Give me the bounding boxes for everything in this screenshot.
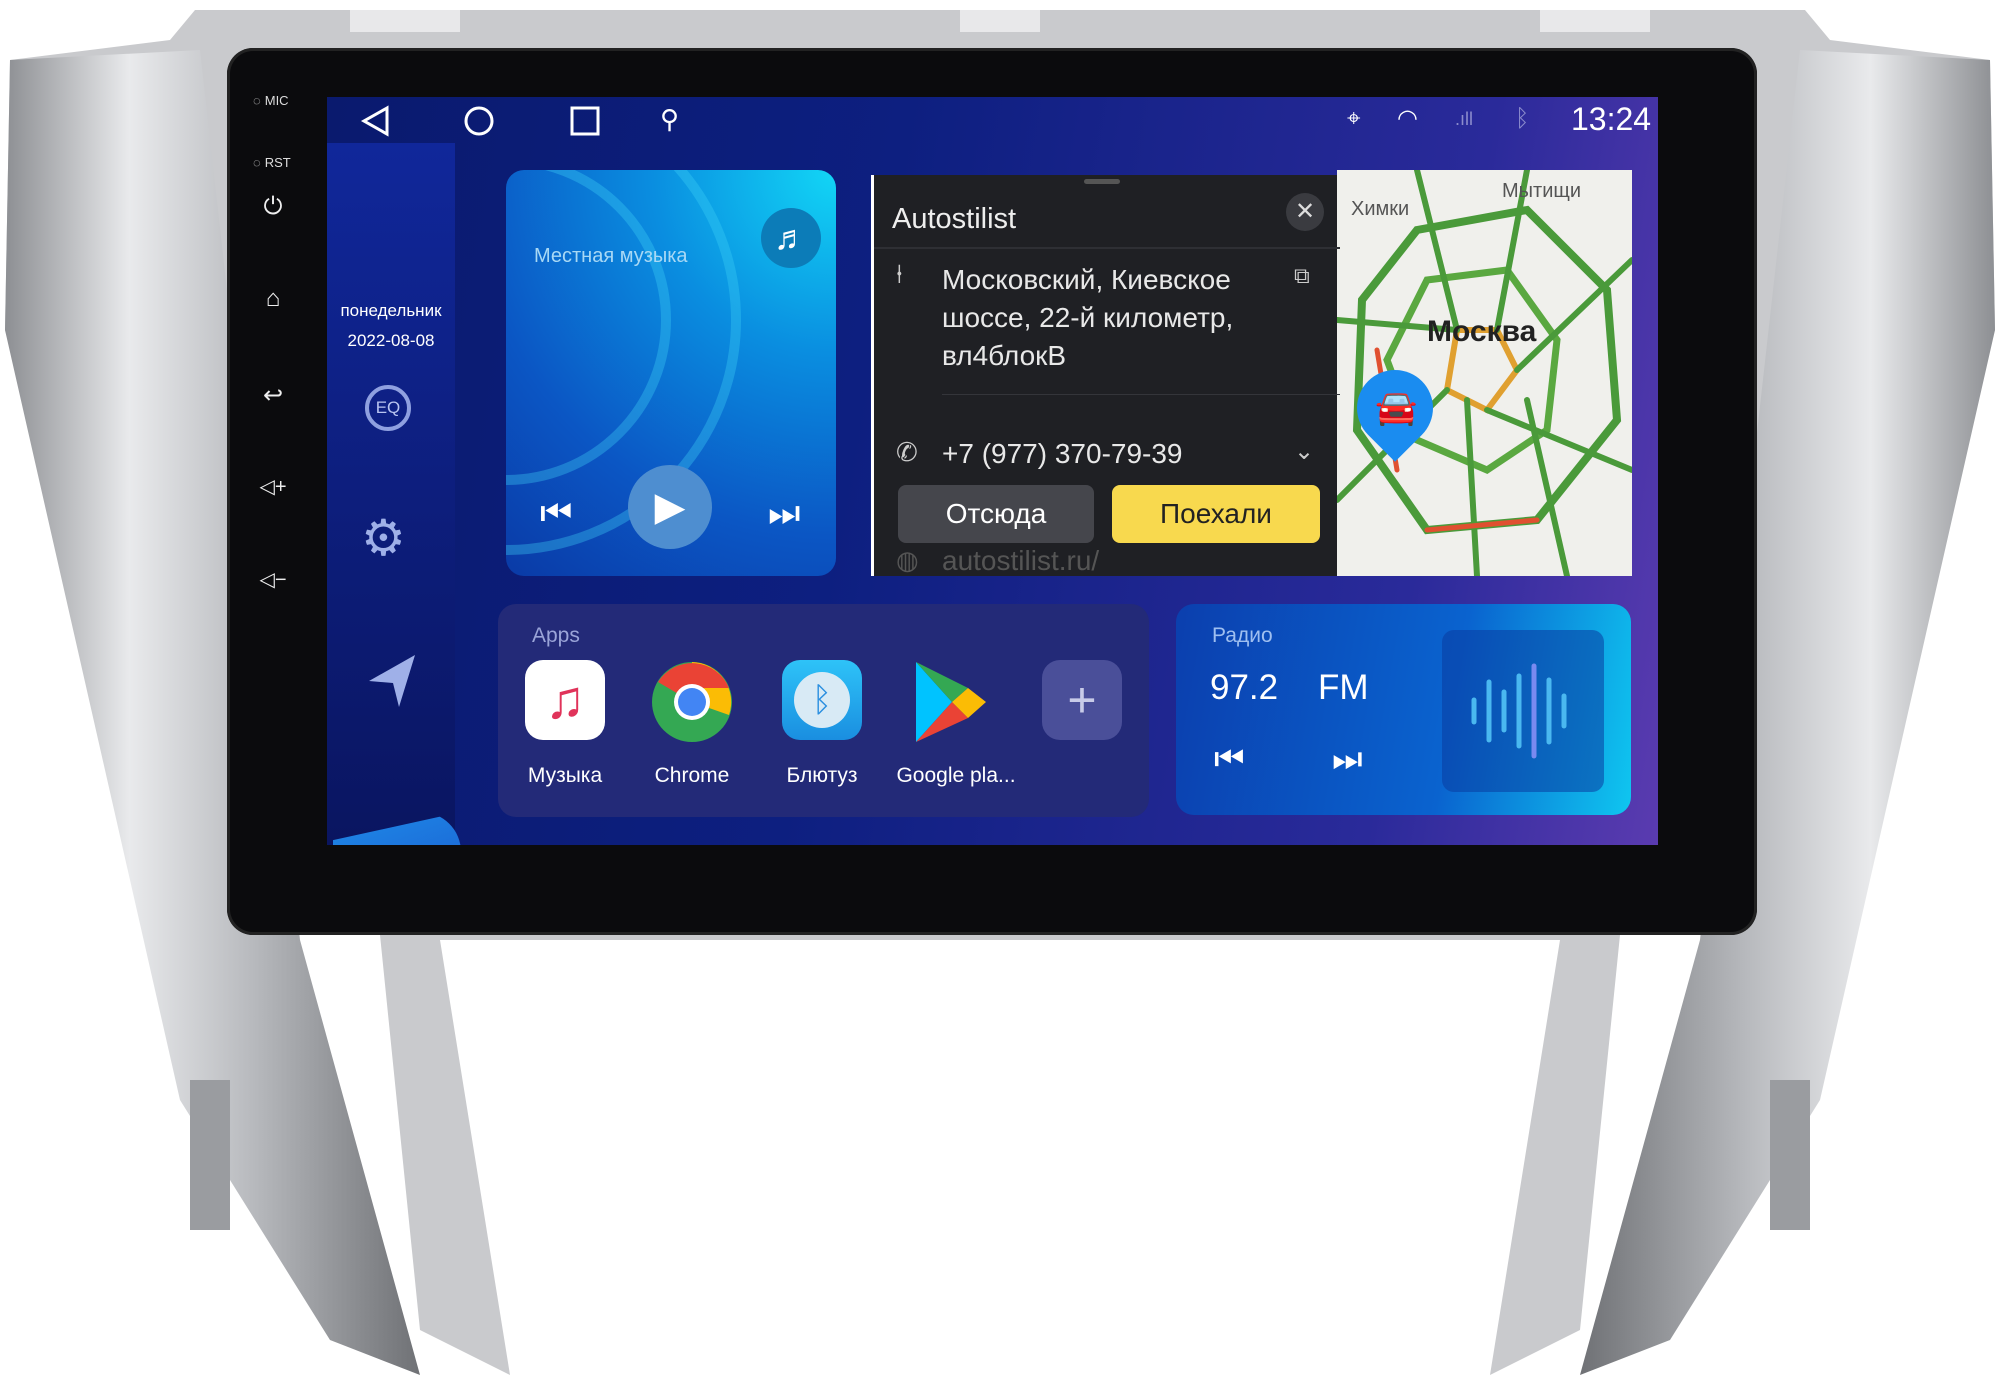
map-view[interactable]: Химки Мытищи Москва 🚘 (1337, 170, 1632, 576)
divider (942, 394, 1340, 395)
map-label-khimki: Химки (1351, 198, 1410, 220)
date: 2022-08-08 (347, 331, 435, 350)
status-bar: ⚲ ⌖ ◠ .ıll ᛒ 13:24 (327, 97, 1658, 143)
mic-text: MIC (264, 93, 289, 108)
wifi-icon: ◠ (1397, 105, 1418, 132)
radio-band: FM (1318, 668, 1369, 707)
map-label-moscow: Москва (1427, 315, 1537, 348)
power-icon[interactable]: ⏻ (258, 193, 288, 221)
waveform-icon (1471, 663, 1567, 759)
home-circle-icon[interactable] (463, 105, 495, 137)
chevron-down-icon[interactable]: ⌄ (1294, 437, 1314, 466)
app-label: Блютуз (786, 764, 858, 787)
phone-number[interactable]: +7 (977) 370-79-39 (942, 438, 1183, 470)
app-label: Музыка (527, 764, 603, 787)
radio-frequency: 97.2 (1210, 668, 1279, 707)
eq-icon[interactable]: EQ (365, 385, 411, 431)
android-screen: понедельник 2022-08-08 EQ ⚙ ⚲ ⌖ ◠ .ıll ᛒ… (327, 97, 1658, 845)
map-label-mytishchi: Мытищи (1502, 180, 1581, 202)
go-button[interactable]: Поехали (1112, 485, 1320, 543)
radio-widget[interactable]: Радио 97.2 FM ⏮ ⏭ (1176, 604, 1631, 815)
music-note-icon[interactable]: ♬ (761, 208, 821, 268)
apps-panel: Apps ♫ Музыка Chrome ᛒ Блютуз Google pla… (498, 604, 1149, 817)
music-widget[interactable]: Местная музыка ♬ ⏮ ▶ ⏭ (506, 170, 836, 576)
apps-drawer-button[interactable] (333, 812, 461, 845)
place-title: Autostilist (892, 203, 1017, 235)
usb-icon: ⚲ (660, 104, 680, 134)
navigation-arrow-icon[interactable] (367, 653, 417, 709)
sidebar: понедельник 2022-08-08 EQ ⚙ (327, 143, 461, 845)
website-link[interactable]: autostilist.ru/ (942, 545, 1099, 577)
place-card: Autostilist ✕ ⍿ Московский, Киевское шос… (871, 175, 1340, 577)
radio-title: Радио (1212, 624, 1273, 647)
clock: 13:24 (1571, 101, 1652, 137)
signpost-icon: ⍿ (896, 259, 903, 289)
gear-icon[interactable]: ⚙ (361, 513, 406, 563)
drag-handle[interactable] (1084, 179, 1120, 184)
music-app-icon[interactable]: ♫ (525, 660, 605, 740)
radio-next-icon[interactable]: ⏭ (1332, 740, 1363, 779)
google-play-icon[interactable] (912, 660, 988, 744)
weekday: понедельник (340, 301, 442, 320)
add-app-button[interactable]: + (1042, 660, 1122, 740)
location-icon: ⌖ (1347, 105, 1361, 132)
volume-down-icon[interactable]: ◁− (258, 567, 288, 592)
recents-square-icon[interactable] (570, 106, 600, 136)
radio-visualizer (1442, 630, 1604, 792)
app-label: Google pla... (896, 764, 1016, 787)
car-icon: 🚘 (1375, 389, 1418, 427)
radio-previous-icon[interactable]: ⏮ (1214, 740, 1245, 779)
music-title: Местная музыка (534, 245, 688, 267)
mic-label: ◌ MIC (253, 93, 289, 108)
rst-text: RST (264, 155, 291, 170)
chrome-icon[interactable] (650, 660, 734, 744)
globe-icon: ◍ (896, 545, 919, 575)
bluetooth-app-icon[interactable]: ᛒ (782, 660, 862, 740)
previous-track-icon[interactable]: ⏮ (540, 492, 572, 535)
volume-up-icon[interactable]: ◁+ (258, 474, 288, 499)
signal-icon: .ıll (1455, 109, 1473, 129)
back-triangle-icon[interactable] (360, 105, 390, 137)
copy-icon[interactable]: ⧉ (1294, 263, 1310, 289)
address: Московский, Киевское шоссе, 22-й километ… (942, 264, 1234, 371)
close-icon[interactable]: ✕ (1286, 193, 1324, 231)
phone-icon: ✆ (896, 437, 918, 467)
rst-button[interactable]: ◌ RST (253, 155, 291, 170)
next-track-icon[interactable]: ⏭ (768, 492, 800, 535)
home-icon[interactable]: ⌂ (258, 285, 288, 313)
divider (874, 247, 1340, 249)
from-here-button[interactable]: Отсюда (898, 485, 1094, 543)
play-button[interactable]: ▶ (628, 465, 712, 549)
bluetooth-icon: ᛒ (1515, 105, 1530, 132)
eq-text: EQ (375, 398, 401, 417)
apps-title: Apps (532, 624, 580, 647)
back-icon[interactable]: ↩ (258, 381, 288, 410)
app-label: Chrome (654, 764, 730, 787)
